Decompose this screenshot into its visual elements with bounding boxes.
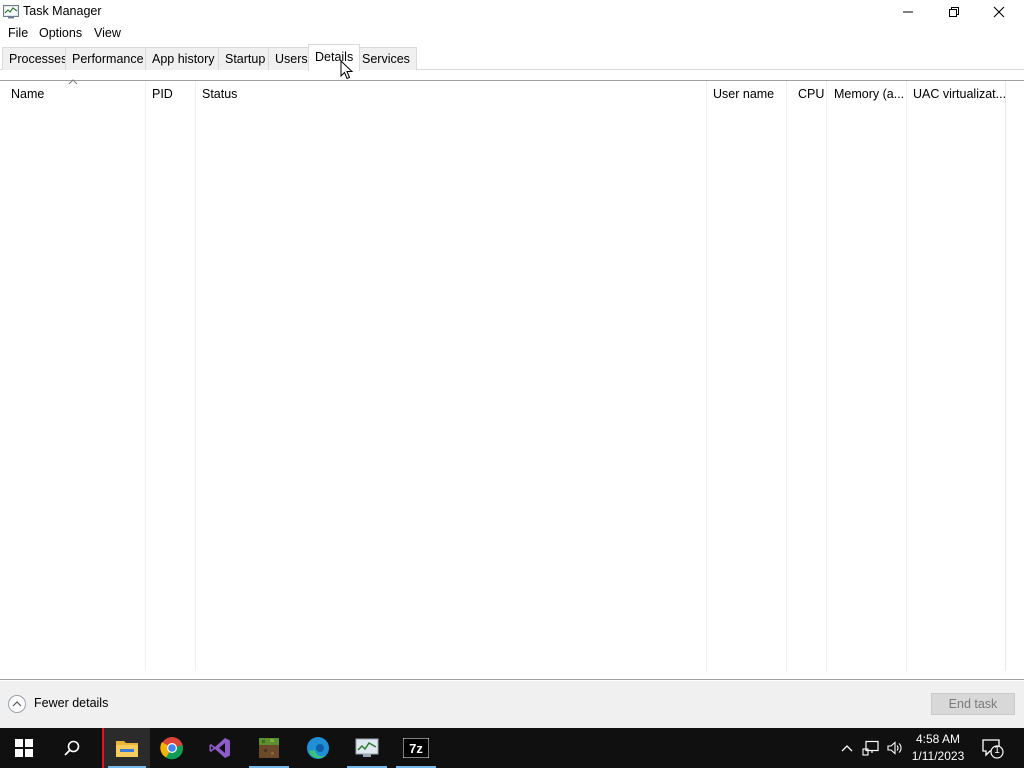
minecraft-icon [259,738,279,758]
column-header-memory[interactable]: Memory (a... [834,87,904,101]
chevron-up-icon [841,745,853,752]
clock-time: 4:58 AM [915,732,961,746]
edge-icon [307,737,329,759]
taskbar-task-manager[interactable] [343,728,391,768]
column-header-status[interactable]: Status [202,87,237,101]
start-button[interactable] [0,728,48,768]
network-tray-button[interactable] [860,728,882,768]
show-hidden-icons-button[interactable] [837,728,857,768]
fewer-details-button[interactable] [8,695,26,713]
end-task-button[interactable]: End task [931,693,1015,715]
menu-file[interactable]: File [8,26,28,40]
search-icon [64,740,80,756]
taskbar-file-explorer[interactable] [102,728,150,768]
footer-bar: Fewer details End task [0,681,1024,728]
7zip-icon: 7z [403,738,429,758]
task-manager-icon [3,5,19,19]
chrome-icon [160,737,184,760]
fewer-details-link[interactable]: Fewer details [34,696,108,710]
svg-text:7z: 7z [409,741,423,756]
taskbar-visual-studio[interactable] [196,728,244,768]
volume-icon [887,741,902,755]
search-button[interactable] [48,728,96,768]
folder-icon [116,741,138,757]
minimize-button[interactable] [885,0,931,24]
taskbar-7zip[interactable]: 7z [392,728,440,768]
details-list[interactable]: Name PID Status User name CPU Memory (a.… [0,79,1024,680]
visual-studio-icon [209,738,230,758]
tab-processes[interactable]: Processes [2,47,75,70]
column-divider[interactable] [826,81,827,671]
column-header-cpu[interactable]: CPU [798,87,824,101]
column-divider[interactable] [706,81,707,671]
menu-view[interactable]: View [94,26,121,40]
taskbar-minecraft[interactable] [245,728,293,768]
windows-logo-icon [15,739,33,757]
tab-startup[interactable]: Startup [218,47,273,70]
column-divider[interactable] [145,81,146,671]
notification-count-badge: 1 [994,745,1000,756]
chevron-up-icon [12,701,22,707]
tab-app-history[interactable]: App history [145,47,222,70]
task-manager-icon [355,738,379,757]
tab-performance[interactable]: Performance [65,47,151,70]
restore-button[interactable] [931,0,977,24]
window-title: Task Manager [23,4,102,18]
menu-bar: File Options View [0,24,1024,43]
clock-date: 1/11/2023 [911,749,965,763]
column-divider[interactable] [906,81,907,671]
minimize-icon [903,11,913,13]
column-divider[interactable] [1005,81,1006,671]
title-bar: Task Manager [0,0,1024,24]
taskbar: 7z 4:58 AM 1/11/2023 1 [0,728,1024,768]
volume-tray-button[interactable] [884,728,904,768]
restore-icon [949,7,959,17]
column-header-user-name[interactable]: User name [713,87,774,101]
tab-strip: Processes Performance App history Startu… [0,44,1024,71]
action-center-button[interactable]: 1 [980,736,1004,760]
column-divider[interactable] [786,81,787,671]
close-icon [993,6,1005,18]
column-divider[interactable] [195,81,196,671]
column-header-pid[interactable]: PID [152,87,173,101]
column-header-uac-virtualization[interactable]: UAC virtualizat... [913,87,1006,101]
taskbar-chrome[interactable] [148,728,196,768]
column-header-name[interactable]: Name [11,87,44,101]
network-icon [862,740,879,756]
sort-ascending-icon [68,79,78,85]
tab-services[interactable]: Services [355,47,417,70]
notification-icon [982,739,1004,759]
tab-details[interactable]: Details [308,44,361,71]
taskbar-clock[interactable]: 4:58 AM 1/11/2023 [906,731,970,765]
close-button[interactable] [976,0,1022,24]
menu-options[interactable]: Options [39,26,82,40]
taskbar-edge[interactable] [294,728,342,768]
